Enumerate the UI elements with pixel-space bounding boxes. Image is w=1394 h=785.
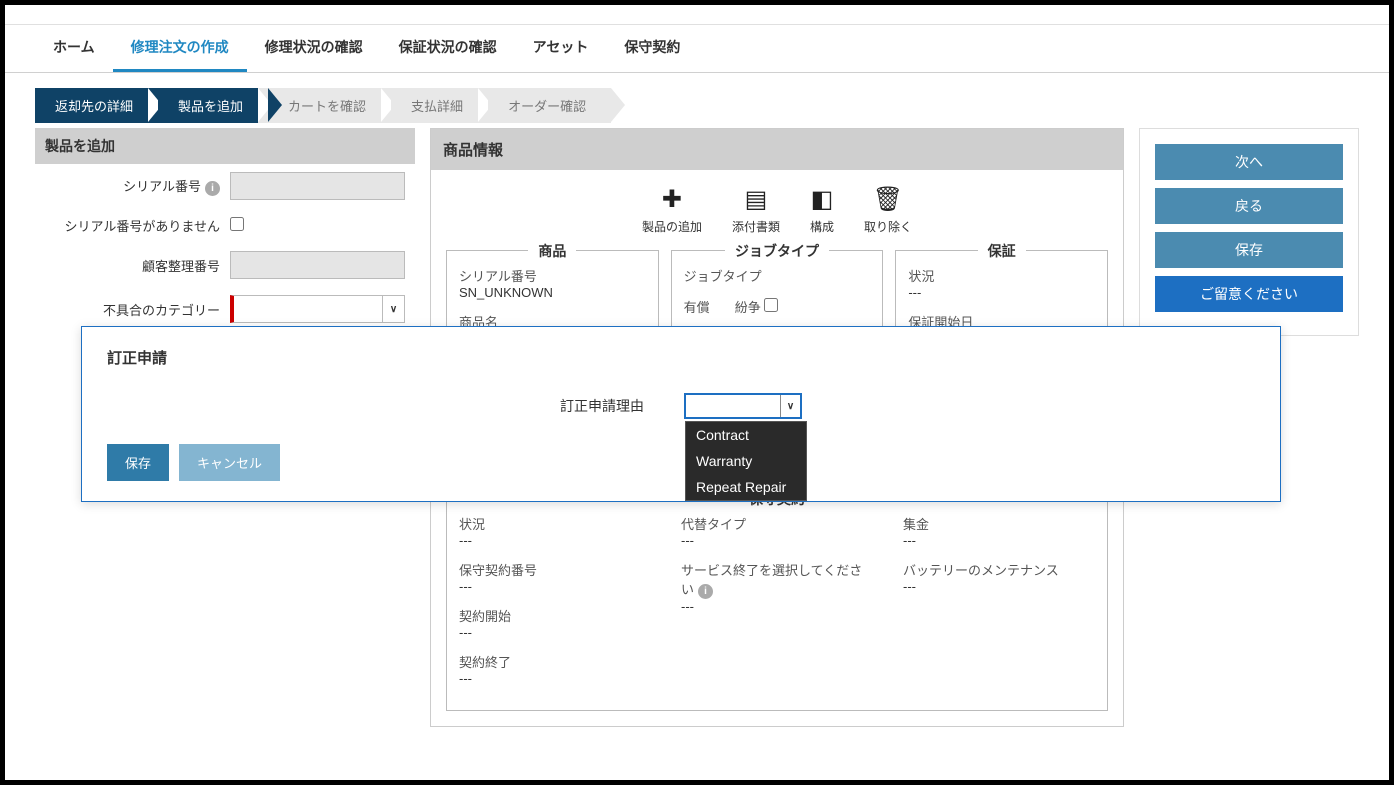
option-warranty[interactable]: Warranty xyxy=(686,448,806,474)
option-repeat-repair[interactable]: Repeat Repair xyxy=(686,474,806,500)
nav-warranty-status[interactable]: 保証状況の確認 xyxy=(381,25,515,72)
option-contract[interactable]: Contract xyxy=(686,422,806,448)
remove-action[interactable]: 🗑 取り除く xyxy=(864,185,912,235)
defect-category-label: 不具合のカテゴリー xyxy=(45,300,230,319)
document-icon: ▤ xyxy=(732,185,780,214)
trash-icon: 🗑 xyxy=(864,185,912,214)
contract-no-label: 保守契約番号 xyxy=(459,560,651,579)
chevron-down-icon: ∨ xyxy=(780,395,800,417)
warranty-status-value: --- xyxy=(908,285,1095,300)
next-button[interactable]: 次へ xyxy=(1155,144,1343,180)
note-button[interactable]: ご留意ください xyxy=(1155,276,1343,312)
step-return-detail[interactable]: 返却先の詳細 xyxy=(35,88,158,123)
plus-icon: ✚ xyxy=(642,185,702,214)
product-fieldset-title: 商品 xyxy=(528,241,576,261)
serial-label: シリアル番号 xyxy=(459,266,646,285)
dispute-label: 紛争 xyxy=(735,300,761,315)
collection-label: 集金 xyxy=(903,514,1095,533)
nav-home[interactable]: ホーム xyxy=(35,25,113,72)
serial-value: SN_UNKNOWN xyxy=(459,285,646,300)
modal-save-button[interactable]: 保存 xyxy=(107,444,169,481)
config-action[interactable]: ◧ 構成 xyxy=(810,185,834,235)
customer-ref-input[interactable] xyxy=(230,251,405,279)
add-product-action[interactable]: ✚ 製品の追加 xyxy=(642,185,702,235)
top-bar xyxy=(5,5,1389,25)
chevron-down-icon: ∨ xyxy=(382,296,404,322)
jobtype-fieldset-title: ジョブタイプ xyxy=(725,241,829,261)
customer-ref-label: 顧客整理番号 xyxy=(45,256,230,275)
nav-asset[interactable]: アセット xyxy=(515,25,607,72)
reason-select[interactable]: ∨ Contract Warranty Repeat Repair xyxy=(684,393,802,419)
no-serial-label: シリアル番号がありません xyxy=(45,216,230,235)
right-panel: 次へ 戻る 保存 ご留意ください xyxy=(1139,128,1359,336)
jobtype-label: ジョブタイプ xyxy=(684,266,871,285)
contract-fieldset: 保守契約 状況--- 保守契約番号--- 契約開始--- 契約終了--- 代替タ… xyxy=(446,498,1108,711)
warranty-fieldset-title: 保証 xyxy=(978,241,1026,261)
reason-dropdown: Contract Warranty Repeat Repair xyxy=(685,421,807,501)
step-indicator: 返却先の詳細 製品を追加 カートを確認 支払詳細 オーダー確認 xyxy=(35,88,1359,123)
paid-label: 有償 xyxy=(684,297,710,316)
info-icon: i xyxy=(698,584,713,599)
modal-cancel-button[interactable]: キャンセル xyxy=(179,444,280,481)
modal-title: 訂正申請 xyxy=(107,347,1255,368)
nav-create-repair[interactable]: 修理注文の作成 xyxy=(113,25,247,72)
alt-type-label: 代替タイプ xyxy=(681,514,873,533)
save-button[interactable]: 保存 xyxy=(1155,232,1343,268)
contract-start-label: 契約開始 xyxy=(459,606,651,625)
correction-modal: 訂正申請 訂正申請理由 ∨ Contract Warranty Repeat R… xyxy=(81,326,1281,502)
nav-repair-status[interactable]: 修理状況の確認 xyxy=(247,25,381,72)
product-info-header: 商品情報 xyxy=(431,129,1123,170)
back-button[interactable]: 戻る xyxy=(1155,188,1343,224)
battery-label: バッテリーのメンテナンス xyxy=(903,560,1095,579)
dispute-checkbox[interactable] xyxy=(764,298,778,312)
nav-service-contract[interactable]: 保守契約 xyxy=(606,25,698,72)
main-nav: ホーム 修理注文の作成 修理状況の確認 保証状況の確認 アセット 保守契約 xyxy=(5,25,1389,73)
defect-category-select[interactable]: ∨ xyxy=(230,295,405,323)
warranty-status-label: 状況 xyxy=(908,266,1095,285)
reason-label: 訂正申請理由 xyxy=(560,396,644,416)
left-panel-header: 製品を追加 xyxy=(35,128,415,164)
no-serial-checkbox[interactable] xyxy=(230,217,244,231)
serial-label: シリアル番号i xyxy=(45,176,230,196)
info-icon: i xyxy=(205,181,220,196)
service-end-label: サービス終了を選択してくださいi xyxy=(681,560,873,599)
serial-input[interactable] xyxy=(230,172,405,200)
config-icon: ◧ xyxy=(810,185,834,214)
contract-end-label: 契約終了 xyxy=(459,652,651,671)
contract-status-label: 状況 xyxy=(459,514,651,533)
attachment-action[interactable]: ▤ 添付書類 xyxy=(732,185,780,235)
